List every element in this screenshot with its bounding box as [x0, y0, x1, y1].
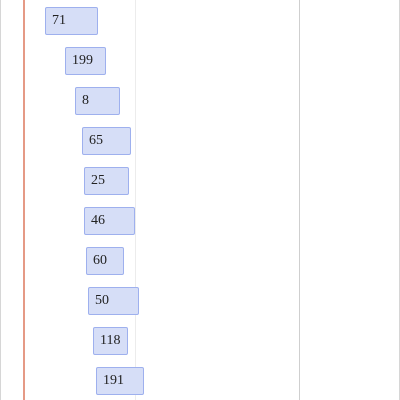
value-box[interactable]: 65	[82, 127, 131, 155]
value-box[interactable]: 191	[96, 367, 144, 395]
value-box[interactable]: 60	[86, 247, 124, 275]
canvas-viewport: 71 199 8 65 25 46 60 50 118 191	[0, 0, 400, 400]
value-box[interactable]: 199	[65, 47, 106, 75]
light-guide-line	[135, 0, 136, 400]
value-box[interactable]: 25	[84, 167, 129, 195]
value-box[interactable]: 118	[93, 327, 128, 355]
value-box[interactable]: 71	[45, 7, 98, 35]
left-border	[0, 0, 1, 400]
value-box[interactable]: 50	[88, 287, 139, 315]
value-box[interactable]: 8	[75, 87, 120, 115]
gray-guide-line	[299, 0, 300, 400]
orange-guide-line	[23, 0, 25, 400]
value-box[interactable]: 46	[84, 207, 135, 235]
